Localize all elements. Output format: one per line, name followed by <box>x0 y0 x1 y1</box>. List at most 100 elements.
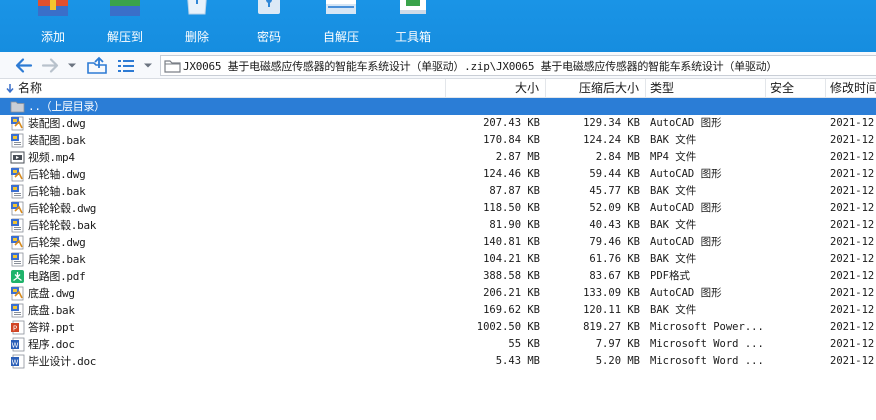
file-size: 2.87 MB <box>495 151 540 163</box>
view-list-icon[interactable] <box>116 56 136 75</box>
main-toolbar: 添加 解压到 删除 密码 自解压 工具箱 <box>0 0 876 52</box>
extract-to-button[interactable]: 解压到 <box>90 0 160 52</box>
recycle-bin-icon <box>187 0 207 15</box>
self-extract-button[interactable]: 自解压 <box>306 0 376 52</box>
file-row[interactable]: W 程序.doc 55 KB 7.97 KB Microsoft Word ... 202… <box>0 336 876 353</box>
padlock-icon <box>258 0 280 14</box>
file-size: 124.46 KB <box>483 168 540 180</box>
svg-text:W: W <box>12 359 19 367</box>
self-extract-icon <box>326 0 356 14</box>
file-size: 206.21 KB <box>483 287 540 299</box>
file-row[interactable]: 后轮轮毂.bak 81.90 KB 40.43 KB BAK 文件 2021-12- <box>0 217 876 234</box>
column-security[interactable]: 安全 <box>766 79 826 98</box>
file-row[interactable]: 视频.mp4 2.87 MB 2.84 MB MP4 文件 2021-12- <box>0 149 876 166</box>
file-packed-size: 79.46 KB <box>589 236 640 248</box>
file-modified: 2021-12- <box>830 253 876 265</box>
file-modified: 2021-12- <box>830 236 876 248</box>
file-name: 毕业设计.doc <box>28 355 97 368</box>
file-type: BAK 文件 <box>650 253 697 265</box>
file-row[interactable]: 底盘.dwg 206.21 KB 133.09 KB AutoCAD 图形 2021-1… <box>0 285 876 302</box>
file-name: 装配图.bak <box>28 134 86 147</box>
file-row[interactable]: 后轮轴.dwg 124.46 KB 59.44 KB AutoCAD 图形 2021-1… <box>0 166 876 183</box>
password-button[interactable]: 密码 <box>234 0 304 52</box>
file-packed-size: 129.34 KB <box>583 117 640 129</box>
file-size: 140.81 KB <box>483 236 540 248</box>
add-button[interactable]: 添加 <box>18 0 88 52</box>
file-type: AutoCAD 图形 <box>650 168 722 180</box>
address-field[interactable]: JX0065 基于电磁感应传感器的智能车系统设计（单驱动）.zip\JX0065… <box>160 55 876 76</box>
address-path: JX0065 基于电磁感应传感器的智能车系统设计（单驱动）.zip\JX0065… <box>183 60 778 73</box>
file-row[interactable]: W 毕业设计.doc 5.43 MB 5.20 MB Microsoft Word ..… <box>0 353 876 370</box>
file-packed-size: 133.09 KB <box>583 287 640 299</box>
file-row[interactable]: 装配图.bak 170.84 KB 124.24 KB BAK 文件 2021-12- <box>0 132 876 149</box>
file-packed-size: 40.43 KB <box>589 219 640 231</box>
file-modified: 2021-12- <box>830 304 876 316</box>
file-name: 电路图.pdf <box>28 270 86 283</box>
file-size: 1002.50 KB <box>476 321 540 333</box>
file-packed-size: 45.77 KB <box>589 185 640 197</box>
file-type: BAK 文件 <box>650 219 697 231</box>
add-archive-icon <box>38 0 68 16</box>
dwg-file-icon <box>11 235 24 250</box>
ppt-file-icon: P <box>11 320 25 335</box>
file-row[interactable]: 后轮架.dwg 140.81 KB 79.46 KB AutoCAD 图形 2021-1… <box>0 234 876 251</box>
file-size: 169.62 KB <box>483 304 540 316</box>
file-row[interactable]: 装配图.dwg 207.43 KB 129.34 KB AutoCAD 图形 2021-… <box>0 115 876 132</box>
file-type: PDF格式 <box>650 270 690 282</box>
history-dropdown-icon[interactable] <box>66 56 78 75</box>
file-modified: 2021-12- <box>830 151 876 163</box>
file-packed-size: 7.97 KB <box>595 338 640 350</box>
column-packed-size[interactable]: 压缩后大小 <box>546 79 646 98</box>
column-name[interactable]: 名称 <box>0 79 446 98</box>
file-row[interactable]: 后轮轴.bak 87.87 KB 45.77 KB BAK 文件 2021-12- <box>0 183 876 200</box>
column-size[interactable]: 大小 <box>446 79 546 98</box>
up-folder-icon[interactable] <box>86 56 108 75</box>
dwg-file-icon <box>11 167 24 182</box>
file-row[interactable]: 电路图.pdf 388.58 KB 83.67 KB PDF格式 2021-12- <box>0 268 876 285</box>
column-type-label: 类型 <box>650 81 675 95</box>
file-row[interactable]: 后轮轮毂.dwg 118.50 KB 52.09 KB AutoCAD 图形 2021-… <box>0 200 876 217</box>
file-name: 答辩.ppt <box>28 321 75 334</box>
file-modified: 2021-12- <box>830 219 876 231</box>
file-size: 388.58 KB <box>483 270 540 282</box>
svg-text:W: W <box>12 342 19 350</box>
dwg-file-icon <box>11 116 24 131</box>
view-dropdown-icon[interactable] <box>142 56 154 75</box>
file-packed-size: 124.24 KB <box>583 134 640 146</box>
file-list: ..（上层目录） 装配图.dwg 207.43 KB 129.34 KB AutoCA… <box>0 98 876 420</box>
file-size: 118.50 KB <box>483 202 540 214</box>
forward-arrow-icon[interactable] <box>40 56 60 75</box>
column-security-label: 安全 <box>770 81 795 95</box>
parent-directory-row[interactable]: ..（上层目录） <box>0 98 876 115</box>
file-type: Microsoft Power... <box>650 321 764 333</box>
file-size: 104.21 KB <box>483 253 540 265</box>
column-name-label: 名称 <box>18 81 43 95</box>
file-type: MP4 文件 <box>650 151 697 163</box>
pdf-file-icon <box>11 270 24 283</box>
file-packed-size: 83.67 KB <box>589 270 640 282</box>
dwg-file-icon <box>11 286 24 301</box>
file-type: AutoCAD 图形 <box>650 287 722 299</box>
file-size: 55 KB <box>508 338 540 350</box>
file-type: AutoCAD 图形 <box>650 236 722 248</box>
column-type[interactable]: 类型 <box>646 79 766 98</box>
file-type: BAK 文件 <box>650 304 697 316</box>
file-packed-size: 59.44 KB <box>589 168 640 180</box>
column-modified[interactable]: 修改时间 <box>826 79 876 98</box>
file-row[interactable]: 底盘.bak 169.62 KB 120.11 KB BAK 文件 2021-12- <box>0 302 876 319</box>
bak-file-icon <box>11 252 24 267</box>
file-row[interactable]: P 答辩.ppt 1002.50 KB 819.27 KB Microsoft Powe… <box>0 319 876 336</box>
sort-arrow-icon <box>6 84 14 93</box>
delete-button[interactable]: 删除 <box>162 0 232 52</box>
file-name: 后轮轮毂.bak <box>28 219 97 232</box>
video-file-icon <box>10 151 25 164</box>
bak-file-icon <box>11 184 24 199</box>
folder-icon <box>164 60 181 73</box>
toolbox-button[interactable]: 工具箱 <box>378 0 448 52</box>
dwg-file-icon <box>11 201 24 216</box>
file-size: 81.90 KB <box>489 219 540 231</box>
file-packed-size: 61.76 KB <box>589 253 640 265</box>
back-arrow-icon[interactable] <box>14 56 34 75</box>
file-row[interactable]: 后轮架.bak 104.21 KB 61.76 KB BAK 文件 2021-12- <box>0 251 876 268</box>
file-modified: 2021-12- <box>830 321 876 333</box>
